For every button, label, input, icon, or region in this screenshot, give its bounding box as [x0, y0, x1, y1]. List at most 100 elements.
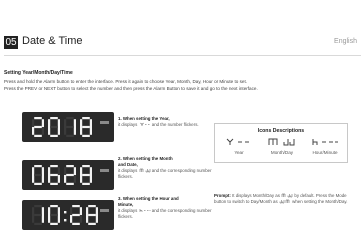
- lcd-segment: [34, 165, 42, 168]
- lcd-segment: [48, 215, 51, 223]
- lcd-segment: [95, 215, 98, 223]
- lcd-segment: [57, 167, 60, 175]
- lcd-segment: [41, 119, 44, 127]
- lcd-segment: [66, 173, 74, 177]
- lcd-segment: [73, 167, 76, 175]
- lcd-segment: [72, 222, 80, 225]
- intro-paragraph: Press and hold the Alarm button to enter…: [4, 78, 361, 92]
- icon-label: Month/Day: [270, 150, 294, 155]
- lcd-segment: [73, 119, 76, 127]
- step-hour-minute: 3. When setting the Hour and Minute, it …: [118, 196, 214, 220]
- lcd-digits-year: [32, 117, 109, 137]
- section-number-badge: 05: [4, 36, 18, 49]
- intro-line: Press the PREV or NEXT button to select …: [4, 86, 258, 91]
- lcd-segment: [50, 182, 58, 185]
- lcd-segment: [72, 213, 80, 217]
- lcd-segment: [50, 165, 58, 168]
- step-body: it displays and the corresponding number…: [118, 168, 214, 180]
- lcd-segment: [34, 182, 42, 185]
- year-icon: [226, 138, 249, 145]
- month-day-icon: [139, 169, 150, 173]
- lcd-segment: [82, 173, 90, 177]
- lcd-segment: [48, 175, 51, 183]
- lcd-segment: [57, 119, 60, 127]
- lcd-segment: [50, 117, 58, 120]
- lcd-segment: [88, 205, 96, 208]
- lcd-segment: [41, 207, 44, 215]
- hour-minute-icon: [312, 139, 338, 145]
- lcd-segment: [79, 207, 82, 215]
- lcd-segment: [66, 125, 74, 129]
- lcd-segment: [88, 222, 96, 225]
- lcd-segment: [41, 175, 44, 183]
- lcd-segment: [95, 207, 98, 215]
- lcd-segment: [32, 119, 35, 127]
- lcd-segment: [32, 127, 35, 135]
- lcd-segment: [80, 167, 83, 175]
- icon-label: Hour/Minute: [312, 150, 338, 155]
- icons-description-title: Icons Descriptions: [257, 128, 305, 134]
- lcd-segment: [88, 213, 96, 217]
- lcd-segment: [73, 127, 76, 135]
- month-day-icon: [100, 169, 109, 172]
- lcd-segment: [73, 175, 76, 183]
- step-body: it displays and the number flickers.: [118, 122, 214, 128]
- year-icon: [139, 123, 150, 127]
- lcd-segment: [48, 207, 51, 215]
- lcd-segment: [82, 117, 90, 120]
- lcd-segment: [70, 207, 73, 215]
- step-body-text: it displays: [118, 122, 138, 127]
- lcd-segment: [34, 213, 42, 217]
- lcd-segment: [32, 167, 35, 175]
- lcd-segment: [34, 173, 42, 177]
- month-day-icon: [268, 138, 295, 146]
- prompt-note: Prompt: It displays Month/Day as by defa…: [214, 193, 356, 205]
- lcd-segment: [80, 127, 83, 135]
- lcd-digits-hour-minute: [32, 205, 109, 225]
- icon-item-year: Year: [217, 138, 261, 155]
- step-month-day: 2. When setting the Month and Date, it d…: [118, 156, 214, 180]
- prompt-text: It displays Month/Day as: [232, 193, 280, 198]
- lcd-segment: [66, 182, 74, 185]
- lcd-segment: [86, 215, 89, 223]
- intro-line: Press and hold the Alarm button to enter…: [4, 79, 248, 84]
- icon-item-hour-minute: Hour/Minute: [303, 138, 347, 155]
- month-day-icon: [281, 194, 293, 198]
- lcd-segment: [66, 165, 74, 168]
- lcd-segment: [66, 117, 74, 120]
- lcd-display-month-day: [22, 160, 114, 190]
- lcd-segment: [64, 119, 67, 127]
- lcd-segment: [32, 207, 35, 215]
- hour-minute-icon: [100, 209, 109, 212]
- lcd-segment: [32, 215, 35, 223]
- lcd-segment: [89, 127, 92, 135]
- lcd-segment: [72, 205, 80, 208]
- step-year: 1. When setting the Year, it displays an…: [118, 116, 214, 128]
- lcd-display-hour-minute: [22, 200, 114, 230]
- lcd-segment: [34, 117, 42, 120]
- lcd-segment: [89, 119, 92, 127]
- lcd-segment: [89, 167, 92, 175]
- lcd-segment: [41, 215, 44, 223]
- section-subheading: Setting Year/Month/Day/Time: [4, 70, 73, 76]
- lcd-segment: [79, 215, 82, 223]
- lcd-segment: [41, 127, 44, 135]
- lcd-segment: [64, 167, 67, 175]
- lcd-segment: [48, 119, 51, 127]
- lcd-segment: [64, 175, 67, 183]
- lcd-segment: [50, 205, 58, 208]
- hour-minute-icon: [139, 209, 151, 213]
- lcd-segment: [86, 207, 89, 215]
- lcd-segment: [80, 175, 83, 183]
- prompt-label: Prompt:: [214, 193, 231, 198]
- step-body-text: it displays: [118, 168, 138, 173]
- step-body-text: it displays: [118, 208, 138, 213]
- icons-description-box: Icons Descriptions Year Month/Day Hour/M…: [214, 123, 348, 163]
- lcd-segment: [64, 127, 67, 135]
- lcd-segment: [82, 182, 90, 185]
- lcd-segment: [57, 215, 60, 223]
- lcd-segment: [70, 215, 73, 223]
- year-icon: [100, 121, 109, 124]
- step-body-text: and the number flickers.: [151, 122, 199, 127]
- lcd-segment: [57, 207, 60, 215]
